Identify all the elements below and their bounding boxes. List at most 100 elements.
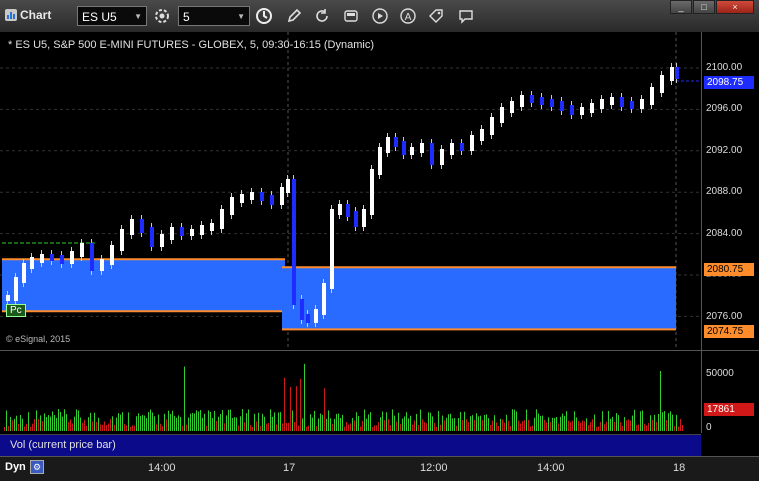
volume-bar	[308, 425, 309, 431]
volume-bar	[536, 409, 537, 431]
volume-bar	[586, 418, 587, 431]
volume-bar	[138, 413, 139, 431]
calculator-icon[interactable]	[341, 6, 361, 26]
volume-bar	[284, 377, 285, 431]
candle	[306, 314, 310, 323]
volume-bar	[514, 409, 515, 431]
volume-bar	[428, 412, 429, 431]
volume-study-label[interactable]: Vol (current price bar)	[0, 434, 701, 457]
volume-bar	[224, 423, 225, 431]
volume-bar	[44, 413, 45, 431]
candle	[210, 223, 214, 231]
volume-bar	[478, 416, 479, 431]
candle	[670, 67, 674, 81]
volume-bar	[232, 417, 233, 431]
volume-bar	[426, 423, 427, 431]
volume-bar	[130, 426, 131, 431]
volume-bar	[616, 413, 617, 431]
volume-bar	[128, 412, 129, 431]
current-volume-tag: 17861	[704, 403, 754, 416]
time-axis[interactable]: Dyn ⚙ 14:00 17 12:00 14:00 18	[0, 456, 759, 481]
volume-study-name: Vol (current price bar)	[10, 439, 116, 451]
volume-bar	[216, 420, 217, 431]
volume-chart[interactable]	[0, 351, 701, 433]
volume-bar	[554, 417, 555, 431]
volume-bar	[504, 422, 505, 431]
dynamic-toggle-icon[interactable]: ⚙	[30, 460, 44, 474]
volume-bar	[410, 415, 411, 431]
volume-bar	[46, 416, 47, 431]
volume-bar	[356, 412, 357, 431]
minimize-button[interactable]: _	[670, 0, 692, 14]
volume-bar	[602, 411, 603, 431]
volume-bar	[108, 423, 109, 431]
price-axis[interactable]: 2100.00 2096.00 2092.00 2088.00 2084.00 …	[701, 32, 759, 350]
symbol-input[interactable]: ES U5 ▼	[77, 6, 147, 26]
volume-bar	[304, 363, 305, 431]
volume-bar	[570, 422, 571, 431]
tag-icon[interactable]	[426, 6, 446, 26]
clock-icon[interactable]	[254, 6, 274, 26]
volume-bar	[656, 421, 657, 431]
volume-bar	[276, 424, 277, 431]
candle	[200, 225, 204, 235]
volume-bar	[668, 413, 669, 431]
window-title: Chart	[20, 8, 52, 22]
volume-bar	[158, 414, 159, 431]
volume-bar	[626, 420, 627, 431]
volume-bar	[92, 421, 93, 431]
interval-input[interactable]: 5 ▼	[178, 6, 250, 26]
price-label: 2076.00	[706, 311, 743, 322]
comment-icon[interactable]	[456, 6, 476, 26]
settings-icon[interactable]	[152, 6, 172, 26]
candle	[378, 147, 382, 175]
volume-bar	[240, 416, 241, 431]
volume-bar	[512, 409, 513, 431]
refresh-icon[interactable]	[312, 6, 332, 26]
volume-bar	[244, 422, 245, 431]
pc-marker: Pc	[6, 304, 26, 317]
pencil-icon[interactable]	[284, 6, 304, 26]
volume-bar	[456, 425, 457, 431]
volume-bar	[564, 415, 565, 431]
volume-bar	[658, 414, 659, 431]
candle	[420, 143, 424, 153]
volume-bar	[362, 420, 363, 431]
volume-bar	[516, 411, 517, 431]
volume-bar	[228, 409, 229, 431]
text-icon[interactable]: A	[398, 6, 418, 26]
volume-bar	[230, 409, 231, 431]
chevron-down-icon[interactable]: ▼	[134, 7, 142, 27]
play-icon[interactable]	[370, 6, 390, 26]
volume-bar	[82, 422, 83, 431]
volume-bar	[540, 415, 541, 431]
price-chart[interactable]: * ES U5, S&P 500 E-MINI FUTURES - GLOBEX…	[0, 32, 701, 350]
volume-bar	[474, 419, 475, 431]
candle	[346, 204, 350, 217]
volume-bar	[196, 410, 197, 431]
volume-bar	[50, 416, 51, 431]
candle	[14, 277, 18, 301]
candle	[80, 243, 84, 257]
volume-axis[interactable]: 50000 0 17861	[701, 351, 759, 433]
volume-bar	[596, 426, 597, 431]
chevron-down-icon[interactable]: ▼	[237, 7, 245, 27]
volume-bar	[250, 425, 251, 431]
volume-bar	[524, 420, 525, 431]
volume-bar	[624, 417, 625, 431]
close-button[interactable]: ×	[716, 0, 754, 14]
candle	[460, 143, 464, 151]
volume-bar	[606, 421, 607, 431]
volume-bar	[500, 418, 501, 431]
volume-bar	[126, 425, 127, 431]
candle	[130, 219, 134, 235]
volume-bar	[6, 410, 7, 431]
volume-bar	[490, 424, 491, 431]
maximize-button[interactable]: □	[693, 0, 715, 14]
volume-bar	[642, 410, 643, 431]
volume-bar	[440, 424, 441, 431]
volume-bar	[56, 417, 57, 431]
volume-bar	[566, 411, 567, 431]
candle	[120, 229, 124, 251]
candle	[550, 99, 554, 107]
